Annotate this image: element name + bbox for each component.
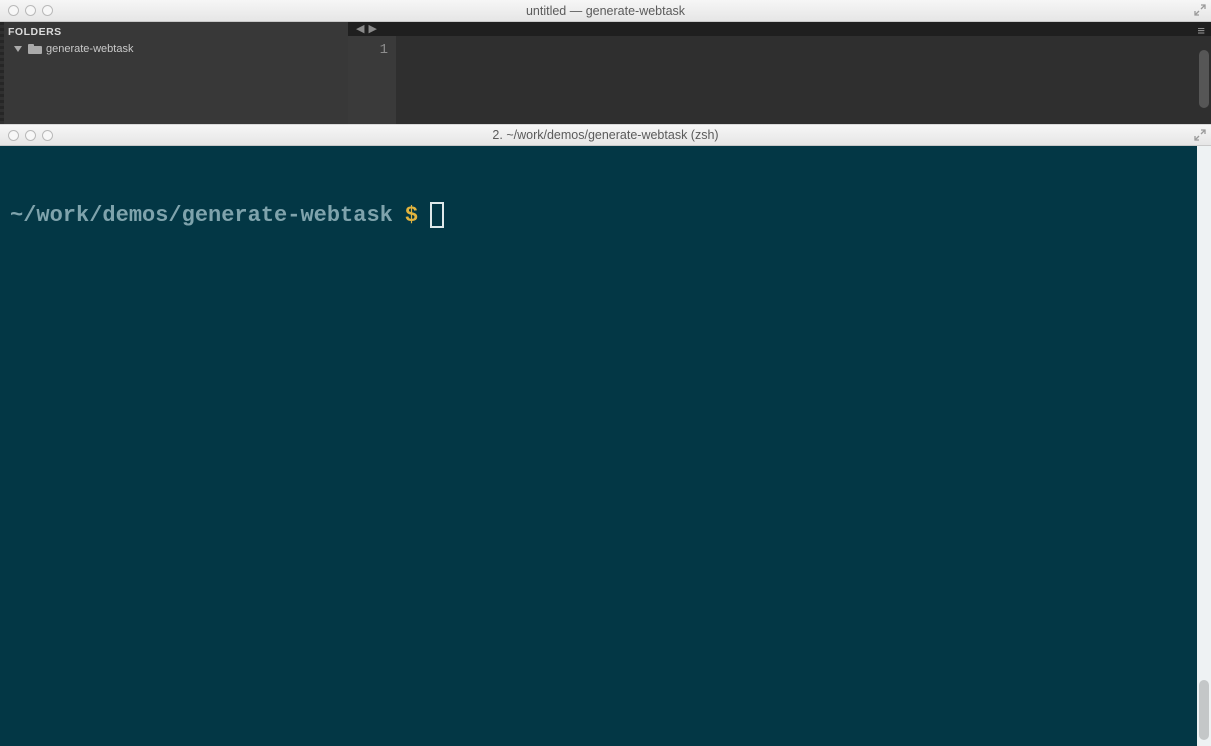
editor-expand-icon[interactable] — [1193, 3, 1207, 17]
editor-close-button[interactable] — [8, 5, 19, 16]
sidebar-folder-root[interactable]: generate-webtask — [0, 40, 348, 58]
editor-tabbar[interactable]: ◀ ▶ ≡ — [348, 22, 1211, 36]
terminal-window: 2. ~/work/demos/generate-webtask (zsh) ~… — [0, 124, 1211, 746]
editor-sidebar[interactable]: FOLDERS generate-webtask — [0, 22, 348, 124]
terminal-window-title: 2. ~/work/demos/generate-webtask (zsh) — [0, 128, 1211, 142]
editor-code-area[interactable]: 1 — [348, 36, 1211, 124]
editor-drag-strip[interactable] — [0, 22, 4, 124]
terminal-close-button[interactable] — [8, 130, 19, 141]
terminal-body[interactable]: ~/work/demos/generate-webtask $ — [0, 146, 1211, 746]
editor-traffic-lights — [8, 5, 53, 16]
editor-window-title: untitled — generate-webtask — [0, 4, 1211, 18]
editor-zoom-button[interactable] — [42, 5, 53, 16]
terminal-zoom-button[interactable] — [42, 130, 53, 141]
editor-body: FOLDERS generate-webtask ◀ ▶ ≡ 1 — [0, 22, 1211, 124]
terminal-prompt-line: ~/work/demos/generate-webtask $ — [10, 202, 1201, 228]
terminal-cursor — [430, 202, 444, 228]
terminal-prompt-symbol: $ — [405, 203, 418, 228]
gutter-line-number: 1 — [348, 42, 388, 58]
terminal-prompt-path: ~/work/demos/generate-webtask — [10, 203, 393, 228]
tab-nav-next-icon[interactable]: ▶ — [366, 24, 378, 35]
sidebar-folder-label: generate-webtask — [46, 43, 133, 55]
terminal-traffic-lights — [8, 130, 53, 141]
terminal-expand-icon[interactable] — [1193, 128, 1207, 142]
editor-minimize-button[interactable] — [25, 5, 36, 16]
editor-gutter: 1 — [348, 36, 396, 124]
folder-icon — [28, 44, 42, 54]
editor-code-content[interactable] — [396, 36, 1211, 124]
terminal-scrollbar-track[interactable] — [1197, 146, 1211, 746]
editor-window: untitled — generate-webtask FOLDERS gene… — [0, 0, 1211, 124]
editor-main: ◀ ▶ ≡ 1 — [348, 22, 1211, 124]
terminal-minimize-button[interactable] — [25, 130, 36, 141]
editor-titlebar[interactable]: untitled — generate-webtask — [0, 0, 1211, 22]
terminal-titlebar[interactable]: 2. ~/work/demos/generate-webtask (zsh) — [0, 124, 1211, 146]
tab-nav-prev-icon[interactable]: ◀ — [354, 24, 366, 35]
editor-scrollbar[interactable] — [1199, 50, 1209, 108]
sidebar-section-header: FOLDERS — [0, 22, 348, 40]
disclosure-triangle-icon[interactable] — [14, 46, 22, 52]
terminal-scrollbar-thumb[interactable] — [1199, 680, 1209, 740]
